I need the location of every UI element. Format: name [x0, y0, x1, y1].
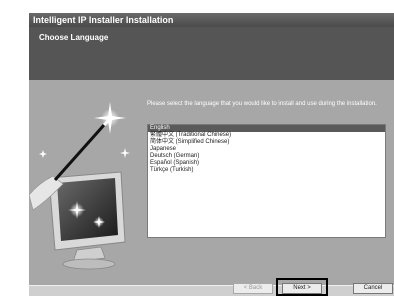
language-listbox[interactable]: English 繁體中文 (Traditional Chinese) 简体中文 …	[147, 124, 386, 238]
next-button-highlight	[276, 278, 328, 296]
wizard-footer	[29, 285, 394, 296]
window-titlebar: Intelligent IP Installer Installation	[29, 13, 394, 27]
cancel-button[interactable]: Cancel	[353, 283, 393, 294]
wizard-content: Please select the language that you woul…	[29, 80, 394, 285]
instruction-text: Please select the language that you woul…	[147, 101, 377, 107]
language-option-english[interactable]: English	[148, 125, 385, 132]
back-button[interactable]: < Back	[233, 283, 273, 294]
language-option-german[interactable]: Deutsch (German)	[148, 153, 385, 160]
window-title: Intelligent IP Installer Installation	[33, 15, 174, 25]
language-option-spanish[interactable]: Español (Spanish)	[148, 160, 385, 167]
installer-window: Intelligent IP Installer Installation Ch…	[29, 13, 394, 296]
wizard-header: Choose Language	[29, 27, 394, 80]
language-option-japanese[interactable]: Japanese	[148, 146, 385, 153]
monitor-wand-illustration	[29, 80, 144, 285]
language-option-simplified-chinese[interactable]: 简体中文 (Simplified Chinese)	[148, 139, 385, 146]
page-title: Choose Language	[39, 33, 109, 42]
language-option-traditional-chinese[interactable]: 繁體中文 (Traditional Chinese)	[148, 132, 385, 139]
language-option-turkish[interactable]: Türkçe (Turkish)	[148, 167, 385, 174]
